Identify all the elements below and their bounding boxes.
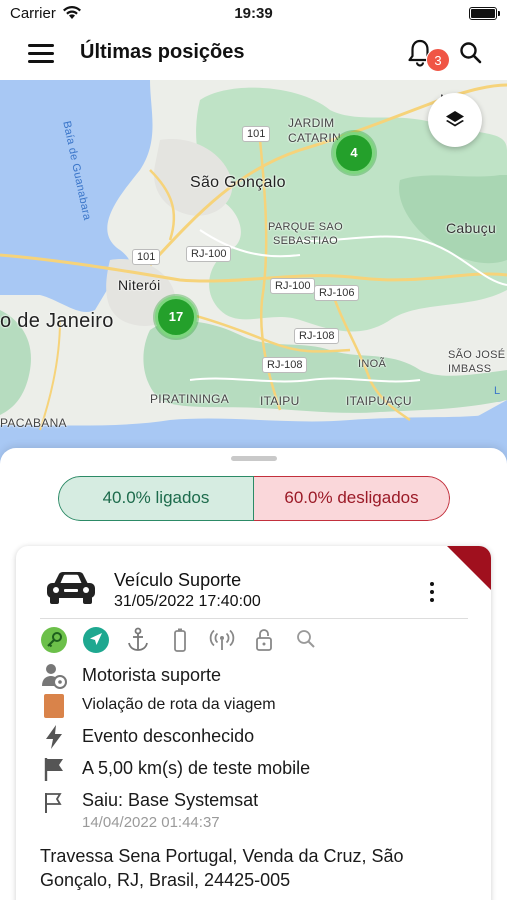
- map-label-itaipu: ITAIPU: [260, 394, 300, 408]
- distance-text: A 5,00 km(s) de teste mobile: [82, 758, 311, 778]
- status-bar: Carrier 19:39: [0, 0, 507, 28]
- antenna-icon: [209, 629, 235, 650]
- departure-date: 14/04/2022 01:44:37: [82, 814, 220, 831]
- map-view[interactable]: Baía de Guanabara São Gonçalo JARDIM CATA…: [0, 80, 507, 470]
- alert-square-icon: [44, 694, 64, 718]
- clock: 19:39: [234, 5, 273, 22]
- map-label-cabucu: Cabuçu: [446, 220, 497, 236]
- battery-outline-icon: [174, 628, 186, 652]
- map-label-l: L: [494, 385, 501, 397]
- map-cluster-marker[interactable]: 17: [155, 296, 197, 338]
- magnifier-icon: [297, 630, 315, 648]
- anchor-icon: [128, 627, 148, 651]
- padlock-icon: [256, 629, 272, 651]
- battery-icon: [469, 7, 500, 20]
- more-vertical-icon[interactable]: [426, 582, 438, 604]
- driver-icon: [42, 664, 67, 689]
- car-icon: [47, 572, 95, 604]
- vehicle-address: Travessa Sena Portugal, Venda da Cruz, S…: [40, 846, 404, 890]
- app-header: Últimas posições 3: [0, 28, 507, 80]
- route-shield-rj108: RJ-108: [294, 328, 340, 344]
- driver-name: Motorista suporte: [82, 665, 222, 685]
- map-label-itaipuacu: ITAIPUAÇU: [346, 394, 412, 408]
- map-label-sao-jose-imbass: SÃO JOSÉ IMBASS: [448, 349, 506, 375]
- navigation-arrow-icon: [83, 627, 109, 653]
- map-label-niteroi: Niterói: [118, 277, 161, 293]
- ignition-off-segment[interactable]: 60.0% desligados: [254, 476, 450, 521]
- alert-text: Violação de rota da viagem: [82, 696, 276, 713]
- event-text: Evento desconhecido: [82, 726, 255, 746]
- map-label-rio-de-janeiro: o de Janeiro: [0, 310, 114, 332]
- map-label-jardim-catarina: JARDIM CATARIN: [288, 116, 341, 145]
- ignition-status-toggle: 40.0% ligados 60.0% desligados: [58, 476, 450, 521]
- map-label-sao-goncalo: São Gonçalo: [190, 174, 286, 191]
- vehicle-name: Veículo Suporte: [114, 570, 242, 590]
- menu-icon[interactable]: [28, 42, 54, 64]
- route-shield-101: 101: [242, 126, 271, 142]
- card-divider: [40, 618, 468, 619]
- departure-text: Saiu: Base Systemsat: [82, 790, 259, 810]
- layers-icon: [446, 111, 464, 127]
- flag-outline-icon: [45, 793, 62, 813]
- route-shield-rj108: RJ-108: [262, 357, 308, 373]
- key-icon: [41, 627, 67, 653]
- route-shield-rj100: RJ-100: [270, 278, 316, 294]
- page-title: Últimas posições: [80, 41, 245, 63]
- map-label-pacabana: PACABANA: [0, 416, 67, 430]
- search-icon[interactable]: [458, 40, 484, 66]
- map-label-inoa: INOÃ: [358, 358, 387, 370]
- card-corner-flag: [447, 546, 491, 590]
- map-label-parque-sao-sebastiao: PARQUE SAO SEBASTIAO: [268, 221, 343, 247]
- route-shield-101: 101: [132, 249, 161, 265]
- sheet-grabber[interactable]: [231, 456, 277, 461]
- notification-badge[interactable]: 3: [426, 48, 450, 72]
- route-shield-rj100: RJ-100: [186, 246, 232, 262]
- map-cluster-marker[interactable]: 4: [333, 132, 375, 174]
- bottom-sheet: 40.0% ligados 60.0% desligados Veículo S…: [0, 448, 507, 900]
- ignition-on-segment[interactable]: 40.0% ligados: [58, 476, 254, 521]
- vehicle-card[interactable]: Veículo Suporte 31/05/2022 17:40:00 Moto…: [16, 546, 491, 900]
- lightning-icon: [46, 725, 62, 749]
- layers-button[interactable]: [428, 93, 482, 147]
- flag-icon: [44, 758, 63, 781]
- map-label-piratininga: PIRATININGA: [150, 392, 230, 406]
- route-shield-rj106: RJ-106: [314, 285, 360, 301]
- vehicle-datetime: 31/05/2022 17:40:00: [114, 593, 261, 610]
